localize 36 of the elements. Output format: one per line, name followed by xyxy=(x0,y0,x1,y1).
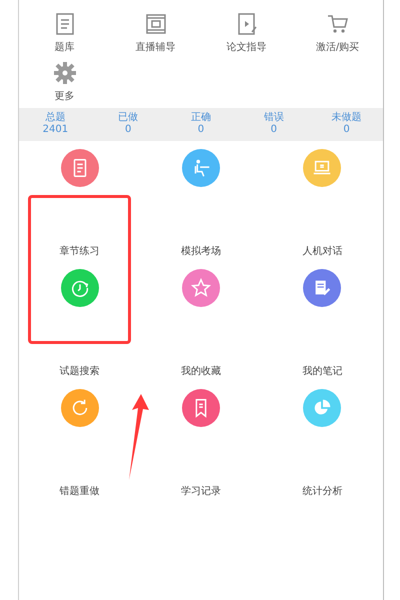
stat-label: 总题 xyxy=(45,112,66,124)
stat-value: 2401 xyxy=(42,124,68,136)
shortcut-button[interactable]: 激活/购买 xyxy=(292,12,383,53)
stat-value: 0 xyxy=(343,124,350,136)
stat-label: 正确 xyxy=(190,112,211,124)
stat-label: 已做 xyxy=(118,112,138,124)
stat-value: 0 xyxy=(270,124,277,136)
module-icon-button[interactable] xyxy=(182,389,220,427)
settings-icon xyxy=(52,61,76,85)
module-icon-button[interactable] xyxy=(60,269,99,307)
module-icon-button[interactable] xyxy=(303,269,342,307)
module-label[interactable]: 错题重做 xyxy=(60,484,100,499)
stat-label: 错误 xyxy=(264,112,284,124)
stat-value: 0 xyxy=(198,124,204,136)
stat-value: 0 xyxy=(125,124,132,136)
module-label[interactable]: 我的收藏 xyxy=(180,364,221,379)
module-label[interactable]: 统计分析 xyxy=(302,484,342,499)
star-icon xyxy=(190,277,212,299)
shortcut-button[interactable]: 更多 xyxy=(19,61,110,102)
module-icon-button[interactable] xyxy=(303,149,342,187)
stat-label: 未做题 xyxy=(332,112,362,124)
module-icon-button[interactable] xyxy=(182,269,220,307)
module-label[interactable]: 试题搜索 xyxy=(60,364,100,379)
shortcut-button[interactable]: 直播辅导 xyxy=(110,12,201,53)
module-icon-button[interactable] xyxy=(182,149,220,187)
module-label[interactable]: 学习记录 xyxy=(180,484,221,499)
module-icon-button[interactable] xyxy=(60,389,99,427)
module-icon-button[interactable] xyxy=(303,389,342,427)
shortcut-button[interactable]: 论文指导 xyxy=(201,12,292,53)
module-icon-button[interactable] xyxy=(60,149,99,187)
module-label[interactable]: 人机对话 xyxy=(302,244,342,259)
module-label[interactable]: 章节练习 xyxy=(60,244,100,259)
film-icon xyxy=(144,12,168,36)
shortcut-button[interactable]: 题库 xyxy=(19,12,110,53)
module-label[interactable]: 模拟考场 xyxy=(180,244,221,259)
module-label[interactable]: 我的笔记 xyxy=(302,364,342,379)
